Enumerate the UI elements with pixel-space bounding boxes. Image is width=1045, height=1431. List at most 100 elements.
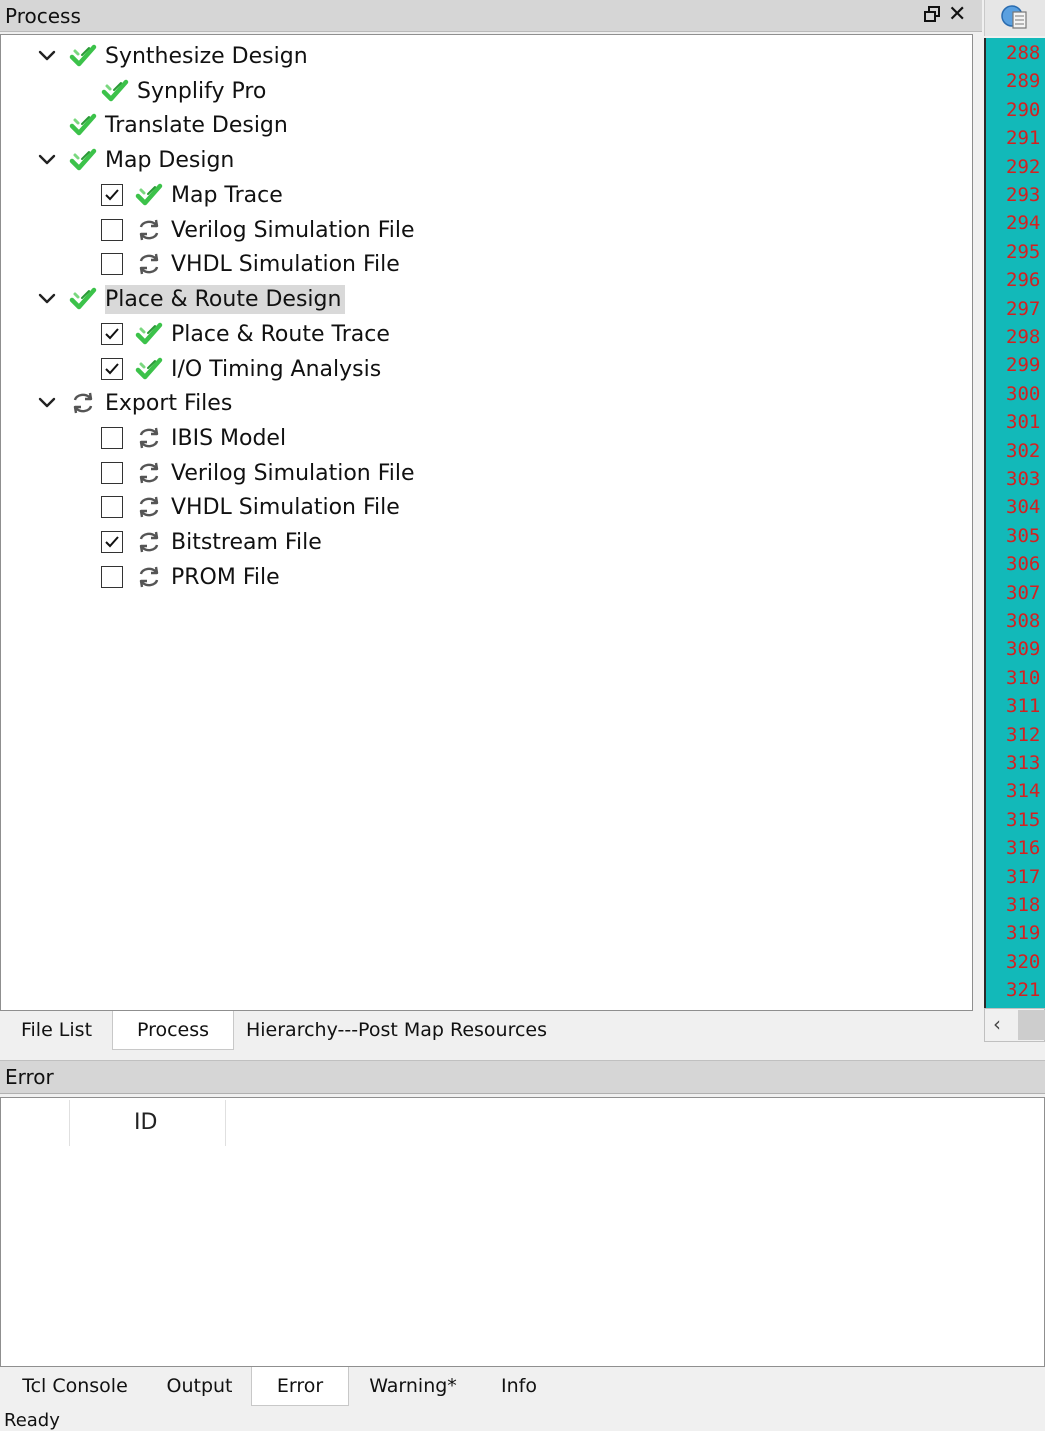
tree-item[interactable]: PROM File (101, 560, 284, 594)
chevron-down-icon[interactable] (35, 282, 59, 316)
line-number: 309 (1006, 638, 1041, 661)
checkbox[interactable] (101, 496, 123, 518)
line-number: 291 (1006, 127, 1041, 150)
tree-item-label: IBIS Model (171, 425, 287, 451)
tree-item[interactable]: Synplify Pro (101, 74, 270, 108)
column-divider[interactable] (69, 1100, 70, 1146)
tree-item-label: Synthesize Design (105, 43, 308, 69)
tree-item[interactable]: Bitstream File (101, 525, 326, 559)
status-bar (0, 1407, 1045, 1421)
status-refresh-icon (135, 216, 163, 244)
restore-window-icon[interactable] (922, 4, 942, 26)
tab-warning[interactable]: Warning* (349, 1367, 477, 1405)
line-number: 321 (1006, 979, 1041, 1002)
line-number: 310 (1006, 666, 1041, 689)
line-number: 317 (1006, 865, 1041, 888)
line-number: 314 (1006, 780, 1041, 803)
column-header-id[interactable]: ID (134, 1110, 157, 1135)
status-ok-check-icon (135, 320, 163, 348)
line-number: 301 (1006, 411, 1041, 434)
line-number: 292 (1006, 155, 1041, 178)
status-refresh-icon (135, 250, 163, 278)
tree-item[interactable]: Verilog Simulation File (101, 456, 419, 490)
process-panel-header (0, 0, 982, 32)
tree-item[interactable]: Map Trace (101, 178, 287, 212)
line-number: 306 (1006, 553, 1041, 576)
tree-item-label: Translate Design (105, 112, 288, 138)
line-number: 312 (1006, 723, 1041, 746)
tree-item[interactable]: Map Design (38, 143, 238, 177)
line-number: 299 (1006, 354, 1041, 377)
checkbox[interactable] (101, 427, 123, 449)
checkbox[interactable] (101, 219, 123, 241)
line-number: 304 (1006, 496, 1041, 519)
tree-item-label: Place & Route Trace (171, 321, 390, 347)
tab-file-list[interactable]: File List (4, 1011, 109, 1049)
tree-item-label: Map Trace (171, 182, 283, 208)
process-tree: Synthesize Design Synplify Pro Translate D… (0, 34, 973, 1011)
tree-item[interactable]: VHDL Simulation File (101, 490, 404, 524)
chevron-down-icon[interactable] (35, 143, 59, 177)
tree-item-label: Verilog Simulation File (171, 217, 415, 243)
status-ok-check-icon (69, 146, 97, 174)
status-ok-check-icon (135, 355, 163, 383)
tree-item[interactable]: Verilog Simulation File (101, 213, 419, 247)
line-number: 313 (1006, 752, 1041, 774)
checkbox[interactable] (101, 253, 123, 275)
tree-item-label: I/O Timing Analysis (171, 356, 382, 382)
chevron-down-icon[interactable] (35, 39, 59, 73)
checkbox[interactable] (101, 462, 123, 484)
status-ok-check-icon (69, 111, 97, 139)
checkbox[interactable] (101, 358, 123, 380)
line-number: 311 (1006, 695, 1041, 718)
line-number: 290 (1006, 98, 1041, 121)
tab-error[interactable]: Error (251, 1367, 349, 1406)
line-number: 316 (1006, 837, 1041, 860)
error-panel-title: Error (5, 1065, 54, 1089)
line-number: 288 (1006, 42, 1041, 64)
tree-item-label: Bitstream File (171, 529, 322, 555)
chevron-down-icon[interactable] (35, 386, 59, 420)
tree-item[interactable]: Place & Route Design (38, 282, 346, 316)
line-number-gutter: 288 289 290 291 292 293 294 295 296 297 298 299 300 3… (984, 38, 1045, 1008)
tab-info[interactable]: Info (479, 1367, 559, 1405)
status-ok-check-icon (69, 42, 97, 70)
scrollbar-thumb[interactable] (1018, 1010, 1045, 1040)
tree-item-label: VHDL Simulation File (171, 251, 400, 277)
tree-item[interactable]: IBIS Model (101, 421, 290, 455)
tab-tcl-console[interactable]: Tcl Console (4, 1367, 146, 1405)
tree-item-label: Map Design (105, 147, 235, 173)
column-divider[interactable] (225, 1100, 226, 1146)
checkbox[interactable] (101, 531, 123, 553)
tree-item[interactable]: Translate Design (69, 108, 292, 142)
tree-item[interactable]: Place & Route Trace (101, 317, 394, 351)
line-number: 320 (1006, 950, 1041, 973)
status-refresh-icon (135, 424, 163, 452)
tree-item[interactable]: I/O Timing Analysis (101, 352, 385, 386)
line-number: 302 (1006, 439, 1041, 462)
document-globe-icon[interactable] (1000, 3, 1030, 33)
process-panel-tabs: File List Process Hierarchy---Post Map Res… (0, 1011, 982, 1051)
line-number: 315 (1006, 808, 1041, 831)
line-number: 305 (1006, 524, 1041, 547)
line-number: 294 (1006, 212, 1041, 235)
tree-item[interactable]: Synthesize Design (38, 39, 312, 73)
checkbox[interactable] (101, 184, 123, 206)
tree-item-label: Verilog Simulation File (171, 460, 415, 486)
scroll-left-icon[interactable]: ‹ (993, 1012, 1001, 1036)
tree-item[interactable]: VHDL Simulation File (101, 247, 404, 281)
line-number: 308 (1006, 610, 1041, 632)
error-panel-header (0, 1060, 1045, 1094)
status-refresh-icon (135, 459, 163, 487)
close-icon[interactable]: ✕ (948, 2, 966, 27)
output-panel-tabs: Tcl Console Output Error Warning* Info (0, 1367, 1045, 1407)
tree-item[interactable]: Export Files (38, 386, 236, 420)
tree-item-label: VHDL Simulation File (171, 494, 400, 520)
tab-hierarchy-post-map-resources[interactable]: Hierarchy---Post Map Resources (233, 1011, 560, 1049)
tab-process[interactable]: Process (112, 1011, 234, 1050)
checkbox[interactable] (101, 566, 123, 588)
line-number: 296 (1006, 269, 1041, 292)
checkbox[interactable] (101, 323, 123, 345)
tab-output[interactable]: Output (148, 1367, 251, 1405)
line-number: 289 (1006, 70, 1041, 93)
